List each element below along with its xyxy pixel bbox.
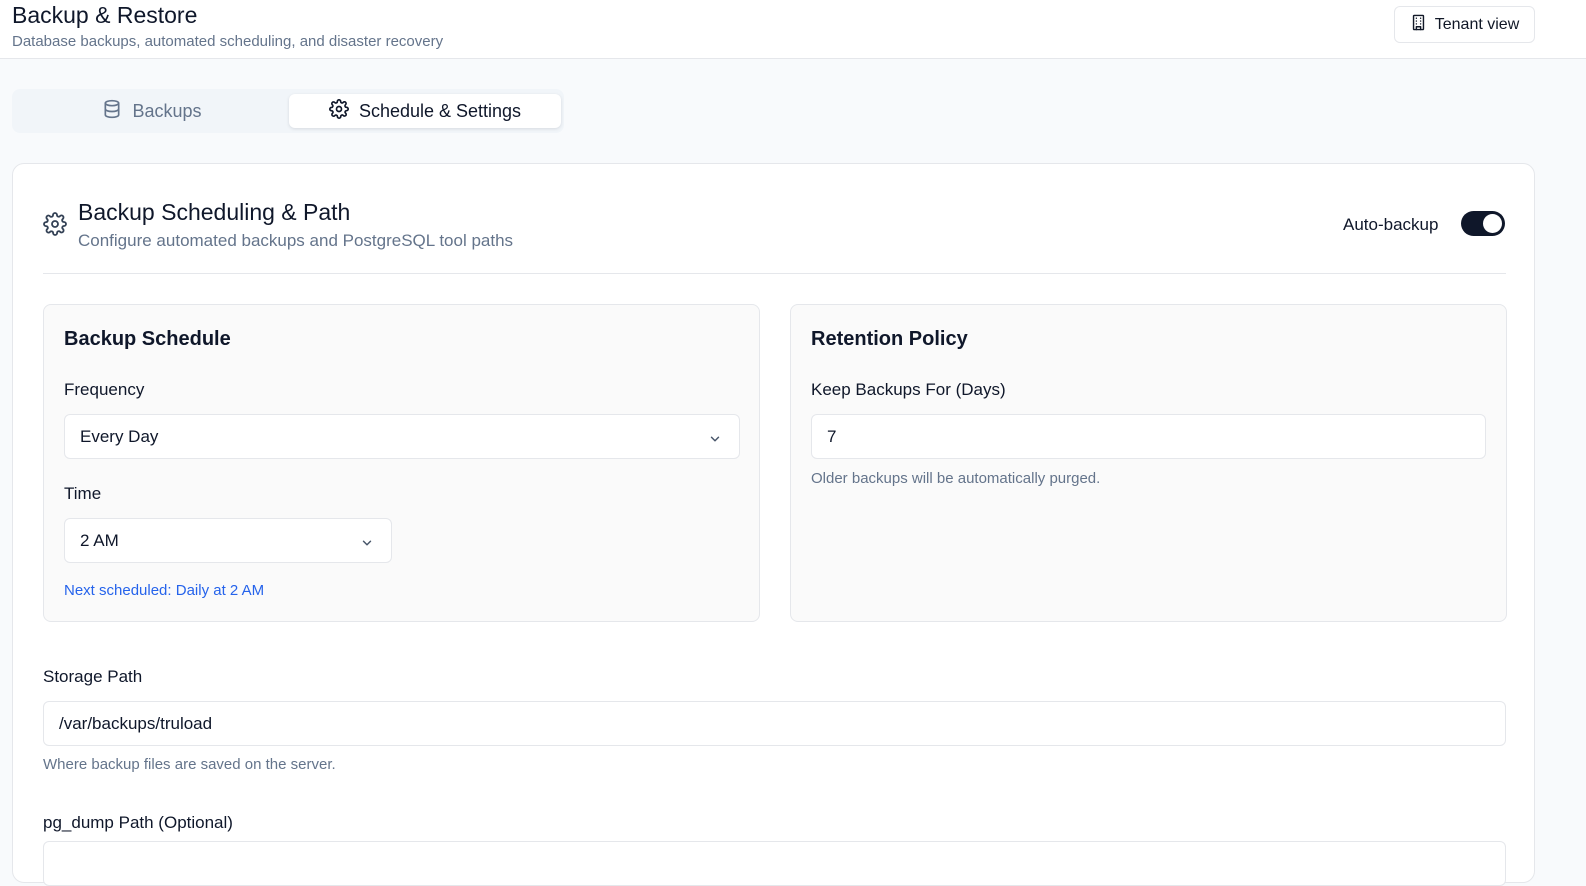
next-scheduled-text: Next scheduled: Daily at 2 AM <box>64 582 265 599</box>
storage-path-label: Storage Path <box>43 667 143 686</box>
tab-list: Backups Schedule & Settings <box>12 89 564 133</box>
panel-title: Retention Policy <box>811 328 968 350</box>
chevron-down-icon <box>360 535 374 555</box>
pg-dump-path-input[interactable] <box>43 841 1506 886</box>
retention-policy-panel: Retention Policy Keep Backups For (Days)… <box>790 304 1507 622</box>
frequency-label: Frequency <box>64 380 145 399</box>
settings-card: Backup Scheduling & Path Configure autom… <box>12 163 1535 886</box>
building-icon <box>1410 14 1427 36</box>
card-title: Backup Scheduling & Path <box>78 199 351 225</box>
time-value: 2 AM <box>80 530 119 550</box>
page-header: Backup & Restore Database backups, autom… <box>0 0 1586 59</box>
tenant-view-label: Tenant view <box>1434 15 1520 33</box>
backup-schedule-panel: Backup Schedule Frequency Every Day Time… <box>43 304 760 622</box>
time-select[interactable]: 2 AM <box>64 518 392 563</box>
chevron-down-icon <box>708 431 722 451</box>
storage-path-input[interactable] <box>43 701 1506 746</box>
page-subtitle: Database backups, automated scheduling, … <box>12 33 444 50</box>
card-description: Configure automated backups and PostgreS… <box>78 231 514 250</box>
retention-help-text: Older backups will be automatically purg… <box>811 470 1101 487</box>
frequency-value: Every Day <box>80 426 159 446</box>
keep-backups-label: Keep Backups For (Days) <box>811 380 1006 399</box>
tab-schedule-settings[interactable]: Schedule & Settings <box>289 94 561 128</box>
tenant-view-button[interactable]: Tenant view <box>1394 6 1535 43</box>
frequency-select[interactable]: Every Day <box>64 414 740 459</box>
storage-help-text: Where backup files are saved on the serv… <box>43 756 336 773</box>
toggle-knob <box>1483 214 1502 233</box>
keep-days-input[interactable] <box>811 414 1486 459</box>
pg-dump-path-label: pg_dump Path (Optional) <box>43 813 233 832</box>
auto-backup-toggle[interactable] <box>1461 211 1505 236</box>
auto-backup-label: Auto-backup <box>1343 215 1439 234</box>
panel-title: Backup Schedule <box>64 328 231 350</box>
database-icon <box>102 99 122 124</box>
gear-icon <box>43 212 67 241</box>
gear-icon <box>329 98 349 124</box>
divider <box>43 273 1506 274</box>
tab-backups-label: Backups <box>132 100 202 121</box>
tab-backups[interactable]: Backups <box>17 94 287 128</box>
tab-settings-label: Schedule & Settings <box>358 100 522 121</box>
time-label: Time <box>64 484 102 503</box>
page-title: Backup & Restore <box>12 2 198 28</box>
